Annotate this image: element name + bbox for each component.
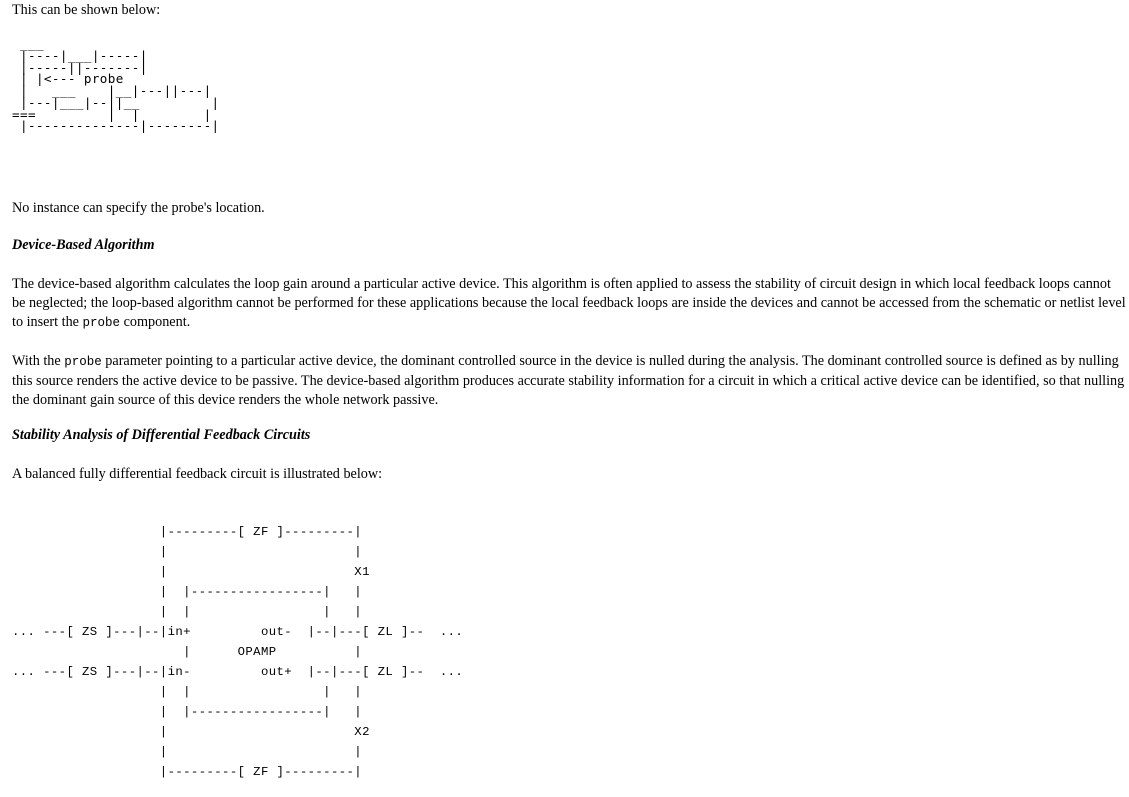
device-based-paragraph: The device-based algorithm calculates th… bbox=[12, 275, 1127, 334]
intro-text: This can be shown below: bbox=[12, 2, 161, 18]
probe-loop-ascii-diagram: ___ |----|___|-----| |-----||-------| | … bbox=[12, 36, 220, 134]
probe-parameter-paragraph: With the probe parameter pointing to a p… bbox=[12, 352, 1127, 411]
balanced-circuit-text: A balanced fully differential feedback c… bbox=[12, 466, 383, 482]
probe-code-2: probe bbox=[64, 355, 102, 369]
probe-code-1: probe bbox=[82, 316, 121, 331]
no-instance-text: No instance can specify the probe's loca… bbox=[12, 200, 265, 216]
probe-parameter-paragraph-text: parameter pointing to a particular activ… bbox=[12, 353, 1125, 409]
heading-device-based-algorithm: Device-Based Algorithm bbox=[12, 237, 155, 253]
probe-parameter-paragraph-head: With the bbox=[12, 353, 65, 369]
device-based-paragraph-tail: component. bbox=[120, 314, 191, 331]
differential-feedback-ascii-diagram: |---------[ ZF ]---------| | | | X1 | |-… bbox=[12, 525, 464, 779]
heading-differential-feedback: Stability Analysis of Differential Feedb… bbox=[12, 427, 311, 443]
